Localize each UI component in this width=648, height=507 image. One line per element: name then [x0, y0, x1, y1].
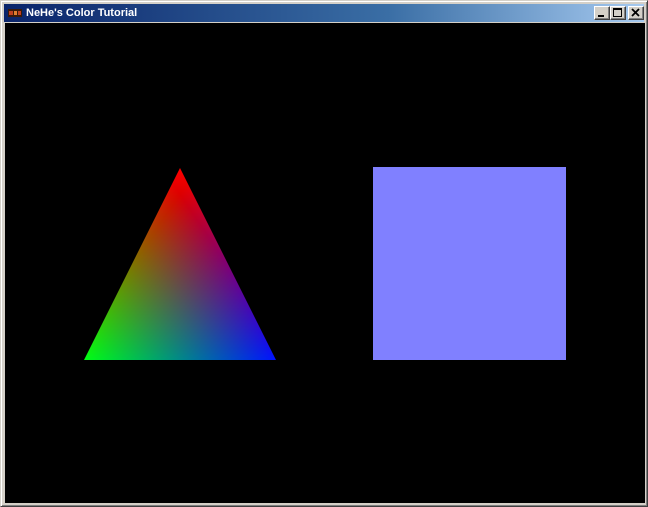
minimize-button[interactable] [594, 6, 610, 20]
maximize-icon [613, 8, 622, 17]
opengl-viewport[interactable] [5, 23, 645, 503]
window-title: NeHe's Color Tutorial [26, 7, 138, 19]
blue-square [373, 167, 566, 360]
close-button[interactable] [628, 6, 644, 20]
app-window: NeHe's Color Tutorial [0, 0, 648, 507]
opengl-app-icon[interactable] [7, 6, 23, 20]
scene-canvas [84, 167, 566, 360]
color-triangle [84, 168, 276, 360]
close-icon [631, 8, 640, 17]
minimize-icon [598, 15, 604, 17]
title-bar[interactable]: NeHe's Color Tutorial [4, 4, 644, 22]
maximize-button[interactable] [610, 6, 626, 20]
